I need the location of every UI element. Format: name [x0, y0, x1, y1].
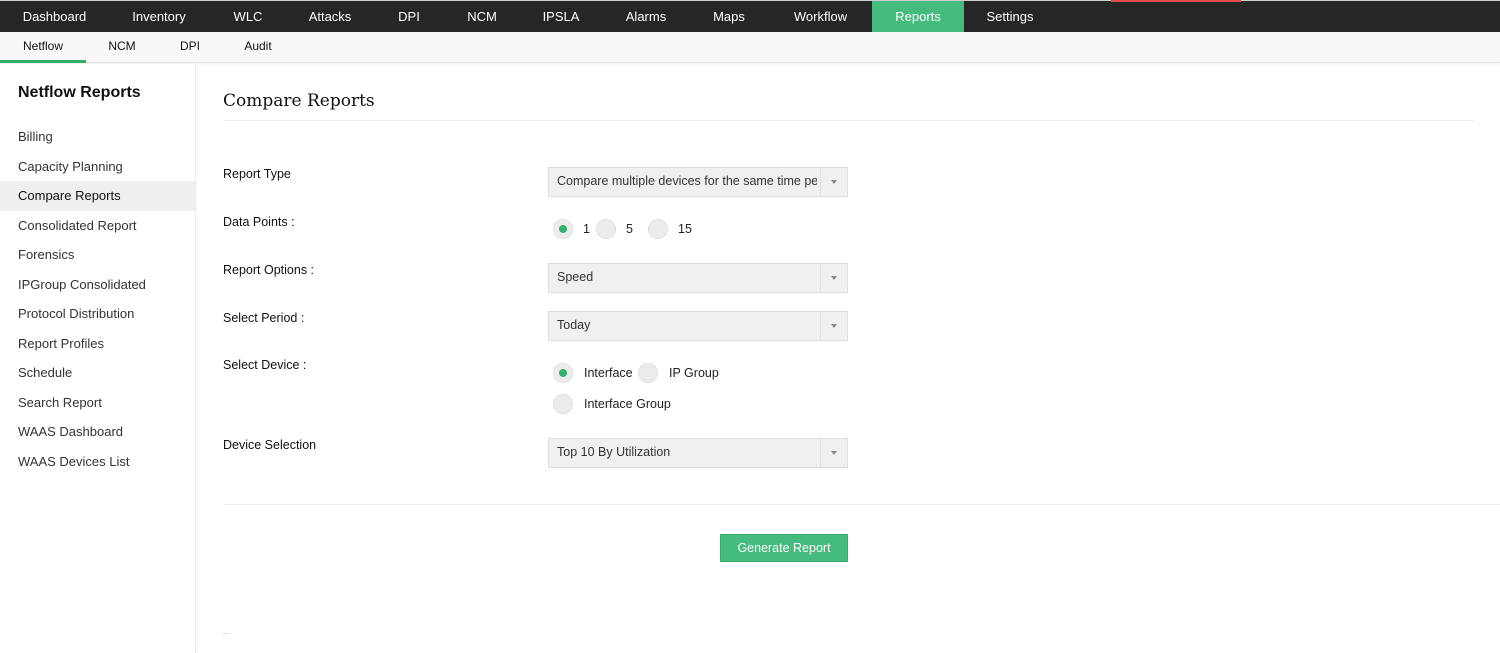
footer-mark: [223, 633, 230, 634]
data-points-option-label: 1: [583, 222, 590, 236]
top-tab-reports[interactable]: Reports: [872, 1, 964, 32]
select-device-option-ip-group[interactable]: IP Group: [638, 363, 719, 383]
select-period-value: Today: [557, 318, 591, 332]
select-device-label: Select Device :: [223, 358, 307, 372]
select-device-option-label: Interface Group: [584, 397, 671, 411]
sidebar-item-forensics[interactable]: Forensics: [0, 240, 195, 270]
alert-indicator-strip: [1111, 0, 1241, 2]
sidebar-item-report-profiles[interactable]: Report Profiles: [0, 329, 195, 359]
top-nav-tabs: Dashboard Inventory WLC Attacks DPI NCM …: [0, 1, 1500, 32]
top-tab-attacks[interactable]: Attacks: [287, 1, 373, 32]
top-tab-alarms[interactable]: Alarms: [603, 1, 689, 32]
sidebar: Netflow Reports Billing Capacity Plannin…: [0, 64, 196, 653]
report-options-label: Report Options :: [223, 263, 315, 277]
radio-checked-icon[interactable]: [553, 363, 573, 383]
top-tab-workflow[interactable]: Workflow: [769, 1, 872, 32]
radio-unchecked-icon[interactable]: [553, 394, 573, 414]
radio-unchecked-icon[interactable]: [648, 219, 668, 239]
radio-unchecked-icon[interactable]: [638, 363, 658, 383]
radio-checked-icon[interactable]: [553, 219, 573, 239]
title-divider: [223, 120, 1474, 121]
report-options-dropdown-toggle[interactable]: [820, 264, 847, 292]
report-type-dropdown-toggle[interactable]: [820, 168, 847, 196]
top-tab-settings[interactable]: Settings: [964, 1, 1056, 32]
select-period-dropdown-toggle[interactable]: [820, 312, 847, 340]
chevron-down-icon: [831, 451, 837, 455]
sidebar-item-schedule[interactable]: Schedule: [0, 358, 195, 388]
report-options-value: Speed: [557, 270, 594, 284]
top-tab-wlc[interactable]: WLC: [209, 1, 287, 32]
page-title: Compare Reports: [223, 91, 375, 111]
select-device-option-interface[interactable]: Interface: [553, 363, 633, 383]
sub-tab-dpi[interactable]: DPI: [158, 32, 222, 63]
sidebar-item-ipgroup-consolidated[interactable]: IPGroup Consolidated: [0, 270, 195, 300]
sub-nav-tabs: Netflow NCM DPI Audit: [0, 32, 1500, 63]
sidebar-item-billing[interactable]: Billing: [0, 122, 195, 152]
data-points-option-label: 15: [678, 222, 692, 236]
select-period-select[interactable]: Today: [548, 311, 848, 341]
chevron-down-icon: [831, 180, 837, 184]
top-tab-dpi[interactable]: DPI: [373, 1, 445, 32]
report-options-select[interactable]: Speed: [548, 263, 848, 293]
top-tab-dashboard[interactable]: Dashboard: [0, 1, 109, 32]
top-tab-maps[interactable]: Maps: [689, 1, 769, 32]
top-tab-ipsla[interactable]: IPSLA: [519, 1, 603, 32]
form-divider: [223, 504, 1500, 505]
sidebar-item-capacity-planning[interactable]: Capacity Planning: [0, 152, 195, 182]
sub-tab-netflow[interactable]: Netflow: [0, 32, 86, 63]
sidebar-menu: Billing Capacity Planning Compare Report…: [0, 122, 195, 476]
device-selection-label: Device Selection: [223, 438, 317, 452]
device-selection-select[interactable]: Top 10 By Utilization: [548, 438, 848, 468]
top-navigation-bar: Dashboard Inventory WLC Attacks DPI NCM …: [0, 0, 1500, 32]
sidebar-item-consolidated-report[interactable]: Consolidated Report: [0, 211, 195, 241]
data-points-option-label: 5: [626, 222, 633, 236]
device-selection-value: Top 10 By Utilization: [557, 445, 671, 459]
device-selection-dropdown-toggle[interactable]: [820, 439, 847, 467]
report-type-select[interactable]: Compare multiple devices for the same ti…: [548, 167, 848, 197]
data-points-option-5[interactable]: 5: [596, 219, 633, 239]
sidebar-title: Netflow Reports: [18, 84, 141, 101]
select-device-option-interface-group[interactable]: Interface Group: [553, 394, 671, 414]
generate-report-button[interactable]: Generate Report: [720, 534, 848, 562]
chevron-down-icon: [831, 324, 837, 328]
select-device-option-label: IP Group: [669, 366, 719, 380]
main-content: Compare Reports Report Type Compare mult…: [223, 64, 1500, 653]
sub-tab-audit[interactable]: Audit: [222, 32, 294, 63]
select-device-option-label: Interface: [584, 366, 633, 380]
sidebar-item-compare-reports[interactable]: Compare Reports: [0, 181, 195, 211]
sub-navigation-bar: Netflow NCM DPI Audit: [0, 32, 1500, 63]
data-points-label: Data Points :: [223, 215, 295, 229]
chevron-down-icon: [831, 276, 837, 280]
top-tab-ncm[interactable]: NCM: [445, 1, 519, 32]
sidebar-item-search-report[interactable]: Search Report: [0, 388, 195, 418]
sidebar-item-waas-devices-list[interactable]: WAAS Devices List: [0, 447, 195, 477]
sidebar-item-protocol-distribution[interactable]: Protocol Distribution: [0, 299, 195, 329]
data-points-option-1[interactable]: 1: [553, 219, 590, 239]
report-type-value: Compare multiple devices for the same ti…: [557, 174, 817, 188]
top-tab-inventory[interactable]: Inventory: [109, 1, 209, 32]
report-type-label: Report Type: [223, 167, 291, 181]
select-period-label: Select Period :: [223, 311, 305, 325]
data-points-option-15[interactable]: 15: [648, 219, 692, 239]
sub-tab-ncm[interactable]: NCM: [86, 32, 158, 63]
radio-unchecked-icon[interactable]: [596, 219, 616, 239]
sidebar-item-waas-dashboard[interactable]: WAAS Dashboard: [0, 417, 195, 447]
